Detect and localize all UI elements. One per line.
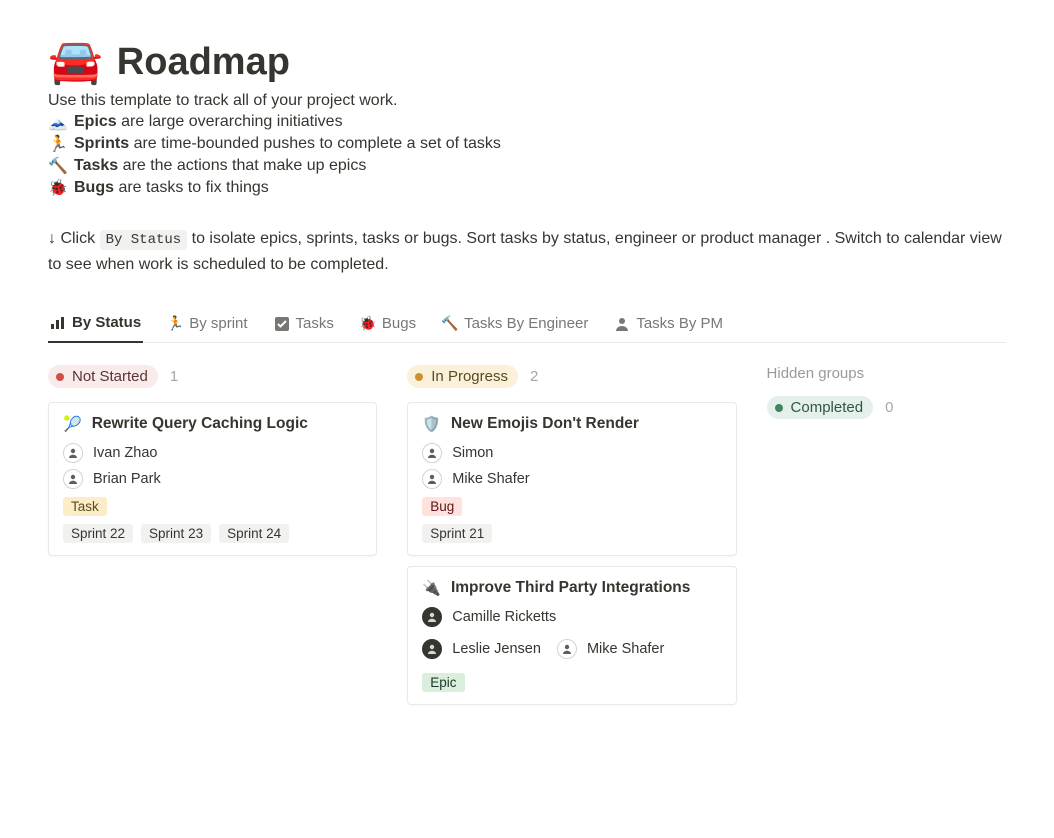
- tab-label: Tasks By PM: [636, 315, 723, 332]
- card[interactable]: 🔌 Improve Third Party Integrations Camille…: [407, 566, 736, 705]
- assignee-name: Brian Park: [93, 471, 161, 487]
- card-icon: 🛡️: [422, 415, 441, 433]
- column-not-started: Not Started 1 🎾 Rewrite Query Caching Logic…: [48, 365, 377, 566]
- assignee: Leslie Jensen: [422, 639, 541, 659]
- legend-text: Tasks are the actions that make up epics: [74, 157, 366, 175]
- legend-item: 🗻 Epics are large overarching initiatives: [48, 112, 1006, 132]
- assignee-name: Mike Shafer: [587, 641, 664, 657]
- tab-tasks[interactable]: Tasks: [272, 307, 336, 342]
- assignee: Mike Shafer: [422, 469, 721, 489]
- avatar: [63, 443, 83, 463]
- legend-text: Epics are large overarching initiatives: [74, 113, 343, 131]
- legend-item: 🏃 Sprints are time-bounded pushes to comp…: [48, 134, 1006, 154]
- legend-text: Bugs are tasks to fix things: [74, 179, 269, 197]
- hidden-groups: Hidden groups Completed 0: [767, 365, 1006, 433]
- card-icon: 🔌: [422, 579, 441, 597]
- legend-item: 🐞 Bugs are tasks to fix things: [48, 178, 1006, 198]
- assignee-name: Leslie Jensen: [452, 641, 541, 657]
- tab-tasks-by-pm[interactable]: Tasks By PM: [612, 307, 725, 342]
- status-label: Completed: [791, 399, 864, 416]
- check-icon: [274, 316, 290, 332]
- tab-label: By sprint: [189, 315, 247, 332]
- page-intro: Use this template to track all of your p…: [48, 92, 1006, 110]
- card[interactable]: 🎾 Rewrite Query Caching Logic Ivan Zhao Bri…: [48, 402, 377, 556]
- card[interactable]: 🛡️ New Emojis Don't Render Simon Mike Shafe…: [407, 402, 736, 556]
- avatar: [422, 469, 442, 489]
- column-count: 1: [170, 368, 178, 385]
- avatar: [422, 607, 442, 627]
- usage-hint: ↓ Click By Status to isolate epics, spri…: [48, 226, 1006, 277]
- kanban-board: Not Started 1 🎾 Rewrite Query Caching Logic…: [48, 365, 1006, 715]
- page-title: Roadmap: [117, 41, 290, 84]
- tab-by-sprint[interactable]: 🏃 By sprint: [165, 307, 249, 342]
- hint-code: By Status: [100, 230, 188, 250]
- sprint-tag: Sprint 24: [219, 524, 289, 543]
- page-icon: 🚘: [48, 40, 103, 84]
- tab-bugs[interactable]: 🐞 Bugs: [358, 307, 418, 342]
- avatar: [557, 639, 577, 659]
- legend-item: 🔨 Tasks are the actions that make up epic…: [48, 156, 1006, 176]
- status-label: In Progress: [431, 368, 508, 385]
- assignee-name: Simon: [452, 445, 493, 461]
- card-title: New Emojis Don't Render: [451, 415, 639, 433]
- avatar: [422, 443, 442, 463]
- assignee-name: Ivan Zhao: [93, 445, 158, 461]
- card-title: Improve Third Party Integrations: [451, 579, 690, 597]
- status-dot-icon: [56, 373, 64, 381]
- sprint-tag: Sprint 22: [63, 524, 133, 543]
- assignee: Camille Ricketts: [422, 607, 721, 627]
- hammer-icon: 🔨: [442, 316, 458, 332]
- legend-emoji: 🗻: [48, 112, 68, 132]
- avatar: [422, 639, 442, 659]
- status-pill[interactable]: Not Started: [48, 365, 158, 388]
- tab-label: Bugs: [382, 315, 416, 332]
- runner-icon: 🏃: [167, 316, 183, 332]
- person-icon: [614, 316, 630, 332]
- sprint-tag: Sprint 23: [141, 524, 211, 543]
- hidden-groups-label: Hidden groups: [767, 365, 1006, 382]
- legend-emoji: 🔨: [48, 156, 68, 176]
- status-dot-icon: [415, 373, 423, 381]
- assignee: Brian Park: [63, 469, 362, 489]
- tab-by-status[interactable]: By Status: [48, 306, 143, 343]
- type-tag: Task: [63, 497, 107, 516]
- assignee: Simon: [422, 443, 721, 463]
- column-in-progress: In Progress 2 🛡️ New Emojis Don't Render Sim…: [407, 365, 736, 715]
- view-tabs: By Status 🏃 By sprint Tasks 🐞 Bugs 🔨 Tasks By E…: [48, 305, 1006, 343]
- assignee: Ivan Zhao: [63, 443, 362, 463]
- tab-label: Tasks: [296, 315, 334, 332]
- hint-suffix: to isolate epics, sprints, tasks or bugs…: [48, 230, 1002, 273]
- column-count: 0: [885, 399, 893, 416]
- board-icon: [50, 315, 66, 331]
- hint-prefix: ↓ Click: [48, 230, 95, 247]
- sprint-tag: Sprint 21: [422, 524, 492, 543]
- status-pill[interactable]: Completed: [767, 396, 874, 419]
- legend-emoji: 🐞: [48, 178, 68, 198]
- type-tag: Bug: [422, 497, 462, 516]
- status-label: Not Started: [72, 368, 148, 385]
- assignee: Mike Shafer: [557, 639, 664, 659]
- tab-label: By Status: [72, 314, 141, 331]
- status-dot-icon: [775, 404, 783, 412]
- tab-label: Tasks By Engineer: [464, 315, 588, 332]
- assignee-name: Mike Shafer: [452, 471, 529, 487]
- legend-text: Sprints are time-bounded pushes to compl…: [74, 135, 501, 153]
- card-icon: 🎾: [63, 415, 82, 433]
- tab-tasks-by-engineer[interactable]: 🔨 Tasks By Engineer: [440, 307, 590, 342]
- column-count: 2: [530, 368, 538, 385]
- card-title: Rewrite Query Caching Logic: [92, 415, 308, 433]
- legend-emoji: 🏃: [48, 134, 68, 154]
- bug-icon: 🐞: [360, 316, 376, 332]
- type-tag: Epic: [422, 673, 464, 692]
- status-pill[interactable]: In Progress: [407, 365, 518, 388]
- assignee-name: Camille Ricketts: [452, 609, 556, 625]
- avatar: [63, 469, 83, 489]
